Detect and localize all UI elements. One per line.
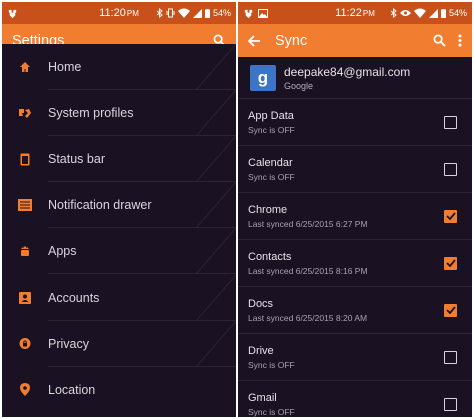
wifi-icon — [413, 8, 426, 18]
settings-item-accounts[interactable]: Accounts — [2, 274, 236, 321]
sync-item-name: Chrome — [248, 203, 288, 216]
signal-icon — [428, 8, 438, 18]
eye-icon — [399, 9, 411, 17]
settings-item-home[interactable]: Home — [2, 44, 236, 91]
notification-drawer-icon — [2, 199, 48, 212]
screenshot-stage: 11:20PM 54% Settings Home System profile… — [0, 0, 474, 419]
settings-item-label: Privacy — [48, 336, 89, 351]
settings-item-notification-drawer[interactable]: Notification drawer — [2, 182, 236, 229]
page-title: Sync — [275, 32, 308, 49]
sync-checkbox[interactable] — [444, 256, 457, 270]
profiles-icon — [2, 107, 48, 119]
settings-item-label: Apps — [48, 244, 77, 259]
signal-icon — [192, 8, 202, 18]
settings-item-label: Location — [48, 382, 96, 397]
sync-checkbox[interactable] — [444, 350, 457, 364]
sync-item-name: App Data — [248, 109, 294, 122]
sync-item-gmail[interactable]: Gmail Sync is OFF — [238, 381, 472, 417]
vibrate-icon — [166, 8, 175, 18]
settings-item-apps[interactable]: Apps — [2, 228, 236, 275]
back-arrow-icon[interactable] — [248, 34, 261, 47]
sync-screen: 11:22PM 54% Sync g deepake84@gmail.com G… — [238, 2, 472, 417]
sync-checkbox[interactable] — [444, 397, 457, 411]
slash-decoration — [196, 136, 236, 183]
sync-item-status: Last synced 6/25/2015 8:20 AM — [248, 312, 368, 323]
settings-list: Home System profiles Status bar Notifica… — [2, 44, 236, 404]
more-options-icon[interactable] — [458, 34, 462, 47]
settings-screen: 11:20PM 54% Settings Home System profile… — [2, 2, 236, 417]
settings-item-label: Notification drawer — [48, 198, 152, 213]
account-provider: Google — [284, 80, 314, 91]
sync-item-drive[interactable]: Drive Sync is OFF — [238, 334, 472, 381]
account-email: deepake84@gmail.com — [284, 64, 411, 79]
sync-checkbox[interactable] — [444, 303, 457, 317]
battery-percent: 54% — [212, 8, 231, 18]
settings-item-status-bar[interactable]: Status bar — [2, 136, 236, 183]
sync-item-name: Calendar — [248, 156, 293, 169]
status-bar: 11:20PM 54% — [2, 2, 236, 24]
sync-checkbox[interactable] — [444, 209, 457, 223]
app-bar: Sync — [238, 24, 472, 57]
bluetooth-icon — [156, 8, 163, 18]
wifi-icon — [177, 8, 190, 18]
slash-decoration — [196, 44, 236, 91]
slash-decoration — [196, 228, 236, 275]
settings-item-privacy[interactable]: Privacy — [2, 320, 236, 367]
sync-list: App Data Sync is OFF Calendar Sync is OF… — [238, 99, 472, 417]
sync-checkbox[interactable] — [444, 162, 457, 176]
settings-item-location[interactable]: Location — [2, 367, 236, 413]
bluetooth-icon — [390, 8, 397, 18]
check-icon — [445, 212, 456, 220]
settings-item-label: Status bar — [48, 152, 105, 167]
sync-item-app-data[interactable]: App Data Sync is OFF — [238, 99, 472, 146]
status-time: 11:22PM — [335, 7, 375, 19]
search-icon[interactable] — [433, 34, 446, 47]
sync-item-status: Sync is OFF — [248, 359, 295, 370]
slash-decoration — [196, 90, 236, 137]
battery-icon — [204, 8, 210, 18]
account-icon — [2, 291, 48, 304]
sync-item-status: Sync is OFF — [248, 171, 295, 182]
settings-item-label: Accounts — [48, 290, 100, 305]
sync-item-name: Gmail — [248, 391, 277, 404]
slash-decoration — [196, 274, 236, 321]
status-bar: 11:22PM 54% — [238, 2, 472, 24]
status-bar-icon — [2, 153, 48, 166]
sync-checkbox[interactable] — [444, 115, 457, 129]
sync-item-calendar[interactable]: Calendar Sync is OFF — [238, 146, 472, 193]
sync-item-name: Docs — [248, 297, 274, 310]
notification-app-icon — [7, 8, 18, 19]
sync-item-contacts[interactable]: Contacts Last synced 6/25/2015 8:16 PM — [238, 240, 472, 287]
notification-app-icon — [243, 8, 254, 19]
slash-decoration — [196, 320, 236, 367]
privacy-icon — [2, 337, 48, 350]
sync-item-docs[interactable]: Docs Last synced 6/25/2015 8:20 AM — [238, 287, 472, 334]
check-icon — [445, 306, 456, 314]
sync-item-status: Sync is OFF — [248, 124, 295, 135]
status-time: 11:20PM — [99, 7, 139, 19]
sync-item-chrome[interactable]: Chrome Last synced 6/25/2015 6:27 PM — [238, 193, 472, 240]
settings-item-label: Home — [48, 60, 82, 75]
sync-item-name: Drive — [248, 344, 274, 357]
home-icon — [2, 61, 48, 73]
sync-item-status: Sync is OFF — [248, 406, 295, 417]
account-header: g deepake84@gmail.com Google — [238, 57, 472, 99]
settings-item-system-profiles[interactable]: System profiles — [2, 90, 236, 137]
sync-item-status: Last synced 6/25/2015 8:16 PM — [248, 265, 368, 276]
android-icon — [2, 245, 48, 258]
sync-item-name: Contacts — [248, 250, 292, 263]
check-icon — [445, 259, 456, 267]
sync-item-status: Last synced 6/25/2015 6:27 PM — [248, 218, 368, 229]
location-icon — [2, 383, 48, 397]
google-logo-icon: g — [250, 64, 276, 91]
image-notification-icon — [258, 8, 268, 18]
settings-item-label: System profiles — [48, 106, 134, 121]
battery-icon — [440, 8, 446, 18]
slash-decoration — [196, 182, 236, 229]
battery-percent: 54% — [448, 8, 467, 18]
